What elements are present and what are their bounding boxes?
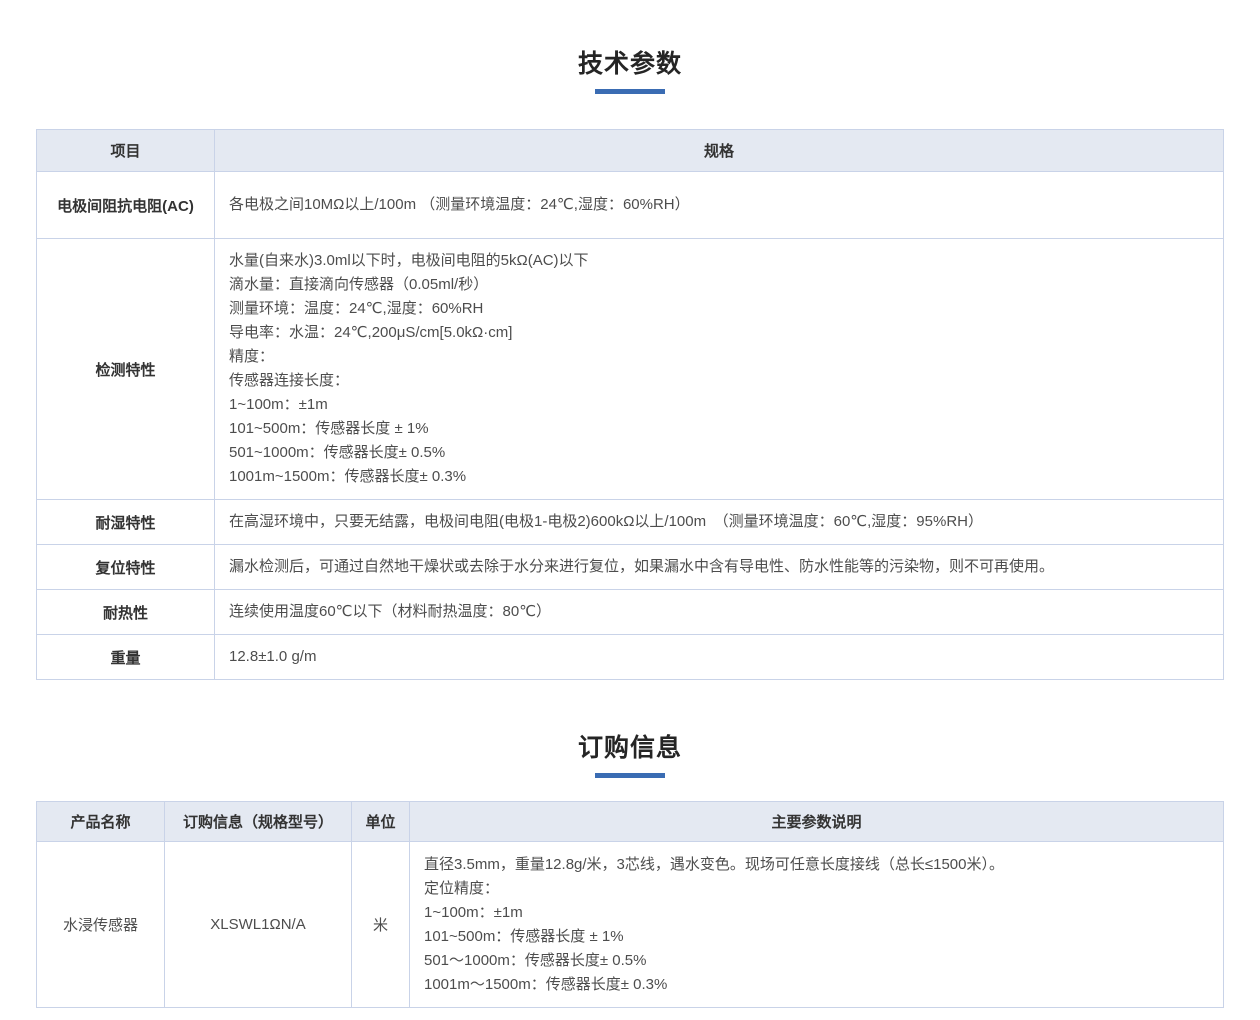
tech-params-title: 技术参数 [0, 44, 1260, 80]
main-params-cell: 直径3.5mm，重量12.8g/米，3芯线，遇水变色。现场可任意长度接线（总长≤… [410, 842, 1224, 1008]
table-row: 复位特性 漏水检测后，可通过自然地干燥状或去除于水分来进行复位，如果漏水中含有导… [37, 545, 1224, 590]
row-spec-value: 在高湿环境中，只要无结露，电极间电阻(电极1-电极2)600kΩ以上/100m … [215, 500, 1224, 545]
row-item-label: 检测特性 [37, 239, 215, 500]
title-underline [595, 773, 665, 778]
order-model-cell: XLSWL1ΩN/A [165, 842, 352, 1008]
header-spec: 规格 [215, 130, 1224, 172]
header-order-info: 订购信息（规格型号） [165, 802, 352, 842]
row-item-label: 重量 [37, 635, 215, 680]
table-header-row: 产品名称 订购信息（规格型号） 单位 主要参数说明 [37, 802, 1224, 842]
product-name-cell: 水浸传感器 [37, 842, 165, 1008]
header-main-params: 主要参数说明 [410, 802, 1224, 842]
order-info-section-title: 订购信息 [0, 728, 1260, 778]
table-header-row: 项目 规格 [37, 130, 1224, 172]
table-row: 耐热性 连续使用温度60℃以下（材料耐热温度：80℃） [37, 590, 1224, 635]
row-spec-value: 连续使用温度60℃以下（材料耐热温度：80℃） [215, 590, 1224, 635]
table-row: 耐湿特性 在高湿环境中，只要无结露，电极间电阻(电极1-电极2)600kΩ以上/… [37, 500, 1224, 545]
row-item-label: 复位特性 [37, 545, 215, 590]
row-item-label: 耐湿特性 [37, 500, 215, 545]
table-row: 水浸传感器 XLSWL1ΩN/A 米 直径3.5mm，重量12.8g/米，3芯线… [37, 842, 1224, 1008]
table-row: 电极间阻抗电阻(AC) 各电极之间10MΩ以上/100m （测量环境温度：24℃… [37, 172, 1224, 239]
table-row: 检测特性 水量(自来水)3.0ml以下时，电极间电阻的5kΩ(AC)以下 滴水量… [37, 239, 1224, 500]
tech-params-section-title: 技术参数 [0, 44, 1260, 94]
header-unit: 单位 [352, 802, 410, 842]
row-spec-value: 12.8±1.0 g/m [215, 635, 1224, 680]
header-product-name: 产品名称 [37, 802, 165, 842]
tech-params-table: 项目 规格 电极间阻抗电阻(AC) 各电极之间10MΩ以上/100m （测量环境… [36, 129, 1224, 680]
header-item: 项目 [37, 130, 215, 172]
row-item-label: 耐热性 [37, 590, 215, 635]
row-spec-value: 漏水检测后，可通过自然地干燥状或去除于水分来进行复位，如果漏水中含有导电性、防水… [215, 545, 1224, 590]
row-spec-value: 各电极之间10MΩ以上/100m （测量环境温度：24℃,湿度：60%RH） [215, 172, 1224, 239]
row-spec-value: 水量(自来水)3.0ml以下时，电极间电阻的5kΩ(AC)以下 滴水量：直接滴向… [215, 239, 1224, 500]
order-info-title: 订购信息 [0, 728, 1260, 764]
spec-page: 技术参数 项目 规格 电极间阻抗电阻(AC) 各电极之间10MΩ以上/100m … [0, 0, 1260, 1020]
row-item-label: 电极间阻抗电阻(AC) [37, 172, 215, 239]
unit-cell: 米 [352, 842, 410, 1008]
order-info-table: 产品名称 订购信息（规格型号） 单位 主要参数说明 水浸传感器 XLSWL1ΩN… [36, 801, 1224, 1008]
table-row: 重量 12.8±1.0 g/m [37, 635, 1224, 680]
title-underline [595, 89, 665, 94]
